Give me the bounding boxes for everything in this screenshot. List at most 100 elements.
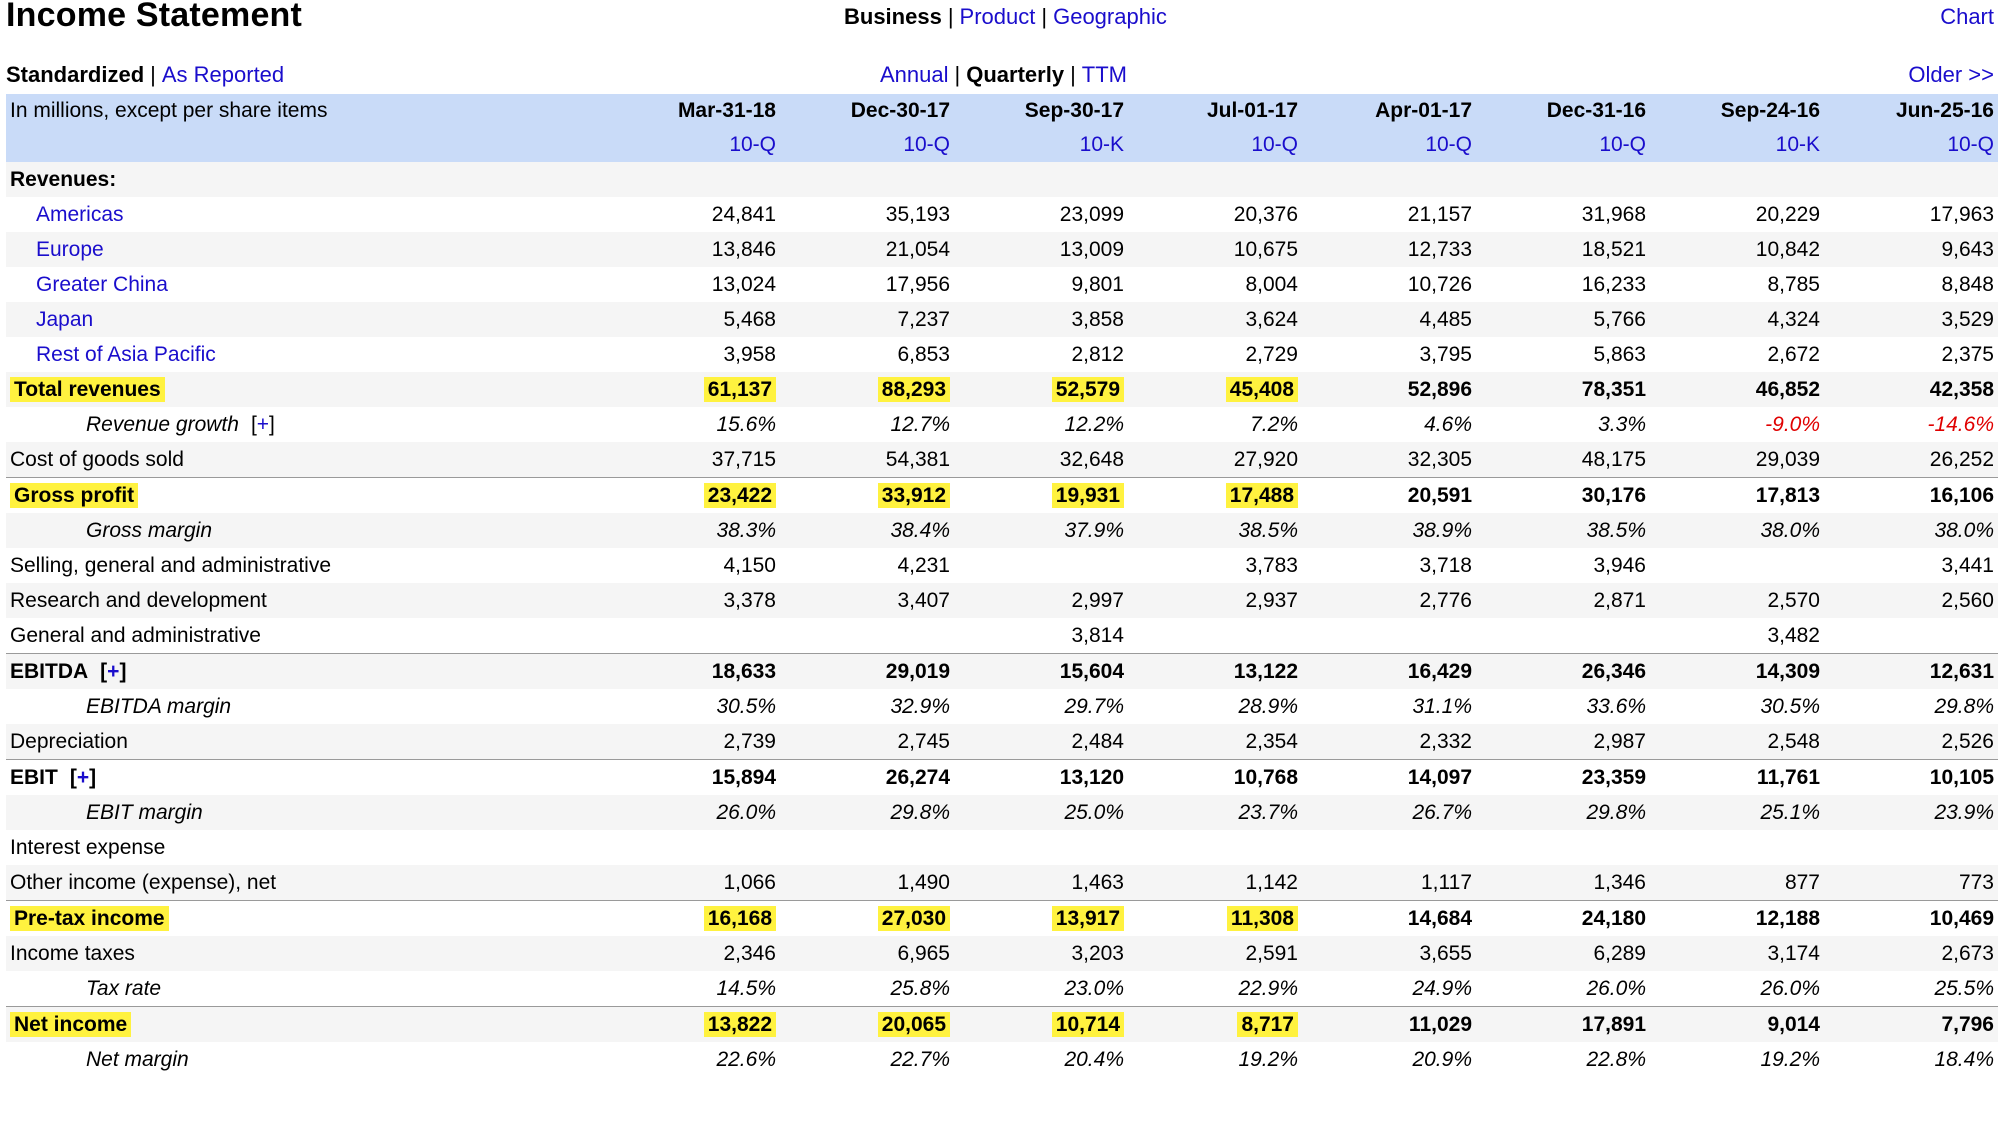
value-cell: 4.6% <box>1302 407 1476 442</box>
row-label: EBIT [+] <box>6 759 606 795</box>
value-cell: 26,346 <box>1476 653 1650 689</box>
row-label-link[interactable]: Japan <box>36 308 93 331</box>
table-row: Tax rate 14.5% 25.8% 23.0% 22.9% 24.9% 26.0% 26… <box>6 971 1998 1007</box>
value-cell <box>1128 830 1302 865</box>
value-text: 17,488 <box>1225 482 1298 508</box>
value-cell: 20,591 <box>1302 477 1476 513</box>
value-cell: 17,488 <box>1128 477 1302 513</box>
row-label-link[interactable]: Americas <box>36 203 124 226</box>
value-cell: 2,526 <box>1824 724 1998 760</box>
row-label-text: Research and development <box>10 588 267 612</box>
row-label-text: EBITDA <box>10 659 89 683</box>
expand-button[interactable]: [+] <box>251 413 275 436</box>
value-cell: 2,871 <box>1476 583 1650 618</box>
value-cell: 46,852 <box>1650 372 1824 407</box>
value-text: 13,917 <box>1051 905 1124 931</box>
period-annual-link[interactable]: Annual <box>880 62 949 87</box>
value-cell: 29.8% <box>780 795 954 830</box>
period-ttm-link[interactable]: TTM <box>1082 62 1127 87</box>
value-cell: 12.7% <box>780 407 954 442</box>
value-text: 45,408 <box>1225 376 1298 402</box>
row-label: Income taxes <box>6 936 606 971</box>
row-label-link[interactable]: Europe <box>36 238 104 261</box>
value-cell: 23,099 <box>954 197 1128 232</box>
value-cell: 37.9% <box>954 513 1128 548</box>
table-row: Revenue growth [+] 15.6% 12.7% 12.2% 7.2% 4.6%… <box>6 407 1998 442</box>
expand-button[interactable]: [+] <box>100 660 126 683</box>
value-cell: 23.7% <box>1128 795 1302 830</box>
filing-link[interactable]: 10-Q <box>1251 133 1298 156</box>
row-label-text: Net income <box>10 1011 132 1037</box>
value-cell: 1,142 <box>1128 865 1302 901</box>
older-periods-link[interactable]: Older >> <box>1908 62 1994 88</box>
row-label: Pre-tax income <box>6 900 606 936</box>
value-cell: 38.0% <box>1650 513 1824 548</box>
expand-button[interactable]: [+] <box>70 766 96 789</box>
value-cell: 17,813 <box>1650 477 1824 513</box>
value-cell: 20.9% <box>1302 1042 1476 1077</box>
value-cell: 25.0% <box>954 795 1128 830</box>
plus-icon: + <box>107 659 120 683</box>
row-label-link[interactable]: Greater China <box>36 273 168 296</box>
bracket: ] <box>119 659 127 683</box>
value-cell: 4,231 <box>780 548 954 583</box>
filing-link[interactable]: 10-Q <box>1425 133 1472 156</box>
filing-link[interactable]: 10-Q <box>1599 133 1646 156</box>
value-cell <box>954 830 1128 865</box>
bracket: ] <box>269 412 275 436</box>
value-cell: 30.5% <box>606 689 780 724</box>
value-cell: 38.3% <box>606 513 780 548</box>
value-cell: -9.0% <box>1650 407 1824 442</box>
filing-link[interactable]: 10-K <box>1080 133 1124 156</box>
value-cell: 5,468 <box>606 302 780 337</box>
value-cell <box>1824 618 1998 654</box>
view-standardized[interactable]: Standardized <box>6 62 144 87</box>
table-row: EBITDA margin 30.5% 32.9% 29.7% 28.9% 31.1% 33… <box>6 689 1998 724</box>
value-cell: 78,351 <box>1476 372 1650 407</box>
value-cell: 11,029 <box>1302 1006 1476 1042</box>
filing-link[interactable]: 10-Q <box>903 133 950 156</box>
filing-row: 10-Q 10-Q 10-K 10-Q 10-Q 10-Q 10-K 10-Q <box>6 127 1998 162</box>
chart-link[interactable]: Chart <box>1940 4 1994 30</box>
value-cell: 29,039 <box>1650 442 1824 478</box>
value-cell: 1,346 <box>1476 865 1650 901</box>
filing-link[interactable]: 10-K <box>1776 133 1820 156</box>
value-cell: 9,801 <box>954 267 1128 302</box>
value-cell: 10,726 <box>1302 267 1476 302</box>
value-cell: 22.7% <box>780 1042 954 1077</box>
row-label-text: Gross margin <box>86 518 213 542</box>
value-cell: 3,858 <box>954 302 1128 337</box>
row-label: Cost of goods sold <box>6 442 606 478</box>
value-cell: 10,469 <box>1824 900 1998 936</box>
separator: | <box>1041 4 1048 29</box>
value-cell: 38.9% <box>1302 513 1476 548</box>
value-cell: 20.4% <box>954 1042 1128 1077</box>
row-label: Americas <box>6 197 606 232</box>
value-cell: 19.2% <box>1650 1042 1824 1077</box>
income-statement-table: In millions, except per share items Mar-3… <box>6 94 1998 1077</box>
period-quarterly[interactable]: Quarterly <box>966 62 1064 87</box>
value-cell: 3,814 <box>954 618 1128 654</box>
value-cell: 3.3% <box>1476 407 1650 442</box>
column-date: Jun-25-16 <box>1824 94 1998 127</box>
table-row: Rest of Asia Pacific 3,958 6,853 2,812 2,729… <box>6 337 1998 372</box>
value-cell: 54,381 <box>780 442 954 478</box>
value-cell: 11,761 <box>1650 759 1824 795</box>
value-cell: 7.2% <box>1128 407 1302 442</box>
filing-link[interactable]: 10-Q <box>729 133 776 156</box>
segment-product-link[interactable]: Product <box>960 4 1036 29</box>
value-cell <box>606 830 780 865</box>
segment-business[interactable]: Business <box>844 4 942 29</box>
row-label-link[interactable]: Rest of Asia Pacific <box>36 343 216 366</box>
value-cell: 1,463 <box>954 865 1128 901</box>
segment-geographic-link[interactable]: Geographic <box>1053 4 1167 29</box>
view-as-reported-link[interactable]: As Reported <box>162 62 284 87</box>
filing-link[interactable]: 10-Q <box>1947 133 1994 156</box>
table-row: Interest expense <box>6 830 1998 865</box>
value-cell: 2,354 <box>1128 724 1302 760</box>
table-row: Net income 13,822 20,065 10,714 8,717 11,029 1… <box>6 1006 1998 1042</box>
value-cell: 3,783 <box>1128 548 1302 583</box>
separator: | <box>947 4 954 29</box>
separator: | <box>150 62 156 87</box>
value-cell: 2,570 <box>1650 583 1824 618</box>
